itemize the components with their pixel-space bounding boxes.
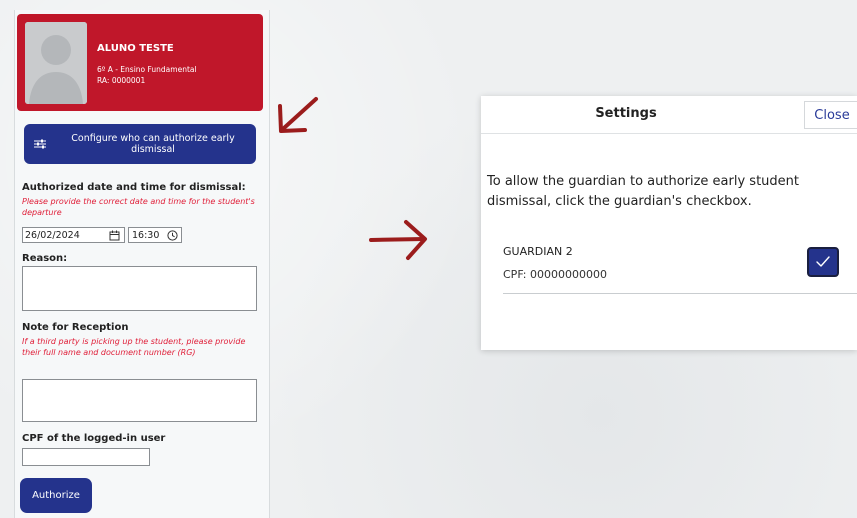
configure-button-label: Configure who can authorize early dismis…: [71, 133, 235, 155]
note-textarea[interactable]: [22, 379, 257, 422]
student-avatar: [25, 22, 87, 104]
note-hint: If a third party is picking up the stude…: [22, 337, 246, 357]
authorize-button[interactable]: Authorize: [20, 478, 92, 513]
cpf-input[interactable]: [22, 448, 150, 466]
reason-label: Reason:: [22, 253, 68, 264]
guardian-cpf: CPF: 00000000000: [503, 268, 607, 281]
close-button[interactable]: Close: [804, 101, 857, 129]
dismissal-time-input[interactable]: 16:30: [128, 227, 182, 243]
check-icon: [816, 256, 830, 267]
datetime-label: Authorized date and time for dismissal:: [22, 182, 246, 193]
guardian-authorize-checkbox[interactable]: [807, 247, 839, 277]
date-value: 26/02/2024: [25, 229, 80, 241]
student-name: ALUNO TESTE: [97, 43, 174, 54]
dialog-title: Settings: [595, 106, 657, 121]
calendar-icon[interactable]: [109, 230, 120, 244]
guardian-row: GUARDIAN 2 CPF: 00000000000: [503, 241, 857, 294]
arrow-to-settings-icon: [369, 220, 427, 260]
dialog-message: To allow the guardian to authorize early…: [487, 174, 799, 209]
clock-icon[interactable]: [167, 230, 178, 244]
datetime-hint: Please provide the correct date and time…: [22, 197, 255, 217]
tune-icon: [24, 139, 56, 149]
time-value: 16:30: [132, 229, 160, 241]
note-label: Note for Reception: [22, 322, 129, 333]
dismissal-form-panel: ALUNO TESTE 6º A - Ensino Fundamental RA…: [14, 10, 270, 518]
student-card: ALUNO TESTE 6º A - Ensino Fundamental RA…: [17, 14, 263, 111]
dismissal-date-input[interactable]: 26/02/2024: [22, 227, 125, 243]
settings-dialog: Settings Close To allow the guardian to …: [481, 96, 857, 350]
configure-authorizers-button[interactable]: Configure who can authorize early dismis…: [24, 124, 256, 164]
student-class: 6º A - Ensino Fundamental: [97, 65, 197, 74]
arrow-to-configure-icon: [278, 97, 318, 133]
cpf-label: CPF of the logged-in user: [22, 433, 166, 444]
dialog-header: Settings Close: [481, 96, 857, 134]
student-ra: RA: 0000001: [97, 76, 146, 85]
reason-textarea[interactable]: [22, 266, 257, 311]
guardian-name: GUARDIAN 2: [503, 245, 573, 258]
